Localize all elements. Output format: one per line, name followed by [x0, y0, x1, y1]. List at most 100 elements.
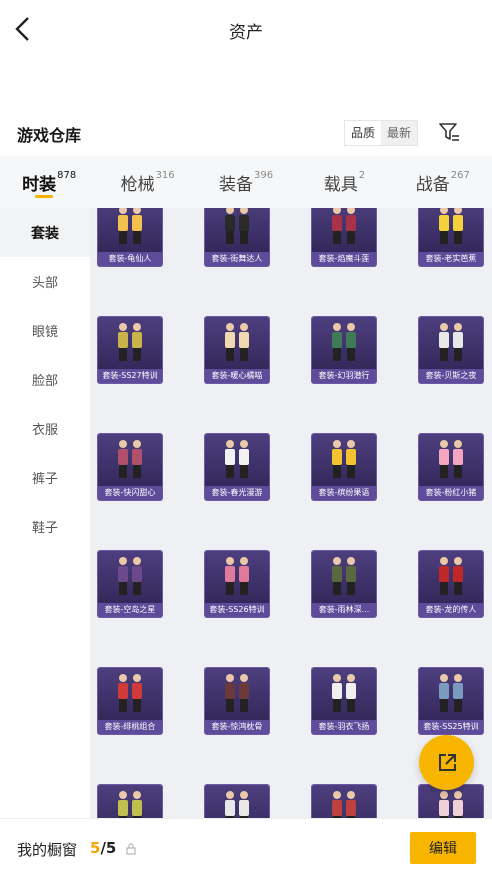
item-card[interactable]	[419, 785, 483, 818]
item-card[interactable]: 套装-快闪甜心	[98, 434, 162, 500]
item-card[interactable]: 套装-缤纷果语	[312, 434, 376, 500]
sort-quality-option[interactable]: 品质	[345, 121, 382, 145]
filter-button[interactable]	[437, 120, 461, 144]
outfit-thumbnail	[332, 674, 356, 712]
item-name: 套装-龙的传人	[419, 603, 483, 617]
outfit-thumbnail	[439, 440, 463, 478]
outfit-thumbnail	[439, 323, 463, 361]
item-name: 套装-龟仙人	[98, 252, 162, 266]
item-card[interactable]: 套装-SS25特训	[419, 668, 483, 734]
showcase-label: 我的橱窗	[17, 841, 78, 859]
page-title: 资产	[229, 23, 263, 43]
item-name: 套装-街舞达人	[205, 252, 269, 266]
item-name: 套装-暖心橘喵	[205, 369, 269, 383]
item-card[interactable]: 套装-龟仙人	[98, 208, 162, 266]
item-name: 套装-惊鸿枕骨	[205, 720, 269, 734]
top-bar: 资产	[0, 0, 492, 58]
sidebar-item-glasses[interactable]: 眼镜	[0, 306, 90, 355]
outfit-thumbnail	[118, 557, 142, 595]
tab-label: 枪械	[120, 174, 155, 195]
tab-count: 878	[57, 169, 77, 181]
outfit-thumbnail	[118, 323, 142, 361]
item-card[interactable]: 套装-龙的传人	[419, 551, 483, 617]
showcase-count-total: 5	[105, 839, 117, 857]
outfit-thumbnail	[439, 791, 463, 818]
outfit-thumbnail	[225, 557, 249, 595]
item-card[interactable]: 套装-贝斯之夜	[419, 317, 483, 383]
item-name: 套装-春光漫游	[205, 486, 269, 500]
item-name: 套装-空岛之星	[98, 603, 162, 617]
outfit-thumbnail	[332, 208, 356, 244]
tab-label: 装备	[218, 174, 253, 195]
sidebar-item-shoes[interactable]: 鞋子	[0, 502, 90, 551]
item-card[interactable]: 套装-老实芭蕉	[419, 208, 483, 266]
outfit-thumbnail	[332, 323, 356, 361]
outfit-thumbnail	[439, 557, 463, 595]
sidebar-item-outfits[interactable]: 套装	[0, 208, 90, 257]
sidebar-item-pants[interactable]: 裤子	[0, 453, 90, 502]
item-card[interactable]: 套装-SS27特训	[98, 317, 162, 383]
warehouse-title: 游戏仓库	[17, 126, 82, 145]
showcase-count-current: 5	[90, 839, 101, 857]
tab-supplies[interactable]: 战备 267	[394, 156, 492, 208]
share-button[interactable]	[419, 735, 474, 790]
item-name: 套装-SS26特训	[205, 603, 269, 617]
item-name: 套装-老实芭蕉	[419, 252, 483, 266]
sidebar-item-head[interactable]: 头部	[0, 257, 90, 306]
showcase-bar: 我的橱窗 5/5 编辑	[0, 818, 492, 877]
item-grid: 套装-龟仙人 套装-街舞达人 套装-焰魔斗莲 套装-老实芭蕉套装-SS27特训 套装-暖…	[90, 208, 492, 818]
item-name: 套装-SS25特训	[419, 720, 483, 734]
tab-fashion[interactable]: 时装 878	[0, 156, 98, 208]
item-card[interactable]	[312, 785, 376, 818]
sort-toggle: 品质 最新	[344, 120, 419, 146]
outfit-thumbnail	[118, 208, 142, 244]
item-card[interactable]: 套装-惊鸿枕骨	[205, 668, 269, 734]
item-name: 套装-SS27特训	[98, 369, 162, 383]
item-card[interactable]: 套装-空岛之星	[98, 551, 162, 617]
item-name: 套装-缤纷果语	[312, 486, 376, 500]
outfit-thumbnail	[332, 557, 356, 595]
sidebar-item-clothes[interactable]: 衣服	[0, 404, 90, 453]
item-card[interactable]: 套装-春光漫游	[205, 434, 269, 500]
tab-equipment[interactable]: 装备 396	[197, 156, 295, 208]
item-card[interactable]: 套装-雨林深...	[312, 551, 376, 617]
item-name: 套装-雨林深...	[312, 603, 376, 617]
outfit-thumbnail	[118, 440, 142, 478]
active-tab-indicator	[35, 195, 54, 198]
share-external-icon	[438, 753, 456, 771]
sidebar-item-face[interactable]: 脸部	[0, 355, 90, 404]
tab-label: 时装	[22, 174, 57, 195]
item-card[interactable]	[205, 785, 269, 818]
outfit-thumbnail	[225, 208, 249, 244]
item-card[interactable]: 套装-焰魔斗莲	[312, 208, 376, 266]
item-name: 套装-粉红小猪	[419, 486, 483, 500]
item-card[interactable]: 套装-幻羽潜行	[312, 317, 376, 383]
outfit-thumbnail	[225, 323, 249, 361]
sort-latest-option[interactable]: 最新	[381, 121, 418, 145]
tab-count: 316	[155, 169, 175, 181]
outfit-thumbnail	[332, 440, 356, 478]
outfit-thumbnail	[439, 208, 463, 244]
item-card[interactable]: 套装-SS26特训	[205, 551, 269, 617]
tab-guns[interactable]: 枪械 316	[98, 156, 196, 208]
edit-button[interactable]: 编辑	[410, 832, 476, 864]
outfit-thumbnail	[118, 674, 142, 712]
tab-vehicles[interactable]: 载具 2	[295, 156, 393, 208]
item-card[interactable]: 套装-羽衣飞扬	[312, 668, 376, 734]
tab-label: 载具	[323, 174, 358, 195]
tab-label: 战备	[415, 174, 450, 195]
outfit-thumbnail	[225, 791, 249, 818]
lock-icon	[126, 843, 136, 855]
item-card[interactable]: 套装-粉红小猪	[419, 434, 483, 500]
showcase-count: 5/5	[90, 839, 116, 857]
outfit-thumbnail	[332, 791, 356, 818]
item-name: 套装-贝斯之夜	[419, 369, 483, 383]
subcategory-sidebar: 套装 头部 眼镜 脸部 衣服 裤子 鞋子	[0, 208, 90, 818]
filter-icon	[439, 123, 459, 141]
tab-count: 2	[358, 169, 366, 181]
item-card[interactable]: 套装-街舞达人	[205, 208, 269, 266]
item-name: 套装-羽衣飞扬	[312, 720, 376, 734]
item-card[interactable]: 套装-绯桃组合	[98, 668, 162, 734]
item-card[interactable]: 套装-暖心橘喵	[205, 317, 269, 383]
item-card[interactable]	[98, 785, 162, 818]
